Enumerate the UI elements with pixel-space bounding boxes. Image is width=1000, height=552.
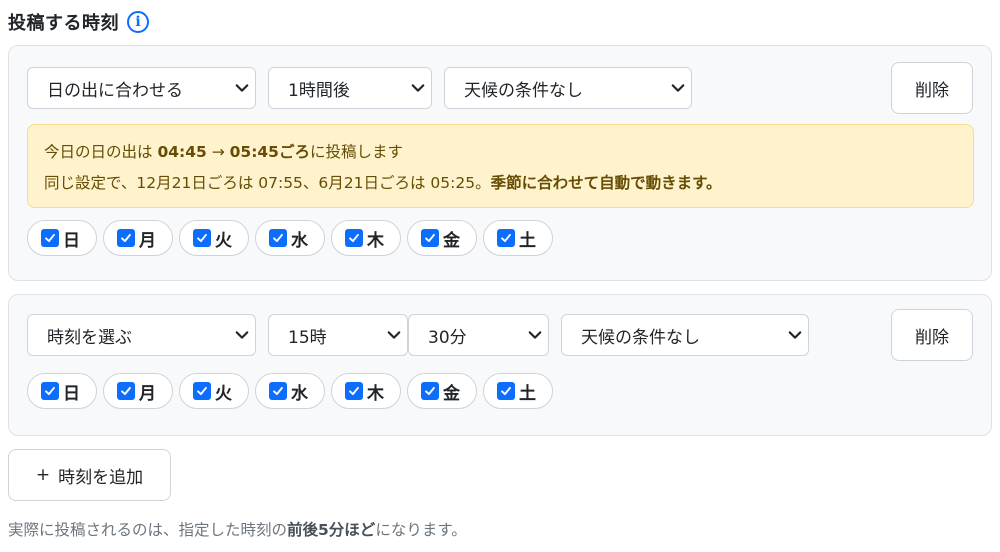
checkbox-checked-icon bbox=[117, 382, 135, 400]
day-checkbox-fri[interactable]: 金 bbox=[407, 373, 477, 409]
day-label: 土 bbox=[519, 230, 536, 251]
info-icon[interactable]: i bbox=[127, 11, 149, 33]
checkbox-checked-icon bbox=[421, 382, 439, 400]
add-time-label: 時刻を追加 bbox=[58, 467, 144, 488]
day-checkbox-tue[interactable]: 火 bbox=[179, 220, 249, 256]
footnote-prefix: 実際に投稿されるのは、指定した時刻の bbox=[8, 521, 288, 539]
day-label: 月 bbox=[139, 383, 156, 404]
weather-select[interactable]: 天候の条件なし bbox=[561, 314, 809, 356]
day-label: 月 bbox=[139, 230, 156, 251]
minute-select-value: 30分 bbox=[428, 327, 467, 348]
notice-line-2: 同じ設定で、12月21日ごろは 07:55、6月21日ごろは 05:25。季節に… bbox=[44, 171, 722, 193]
checkbox-checked-icon bbox=[497, 229, 515, 247]
sunrise-time: 04:45 bbox=[157, 143, 207, 161]
delete-button[interactable]: 削除 bbox=[891, 62, 973, 114]
day-checkbox-mon[interactable]: 月 bbox=[103, 373, 173, 409]
day-label: 火 bbox=[215, 383, 232, 404]
checkbox-checked-icon bbox=[269, 229, 287, 247]
weekday-checkboxes: 日 月 火 水 木 金 土 bbox=[27, 373, 559, 409]
footnote: 実際に投稿されるのは、指定した時刻の前後5分ほどになります。 bbox=[8, 518, 467, 540]
checkbox-checked-icon bbox=[41, 229, 59, 247]
hour-select-value: 15時 bbox=[288, 327, 327, 348]
chevron-down-icon bbox=[235, 84, 249, 92]
mode-select-value: 日の出に合わせる bbox=[47, 80, 183, 101]
mode-select-value: 時刻を選ぶ bbox=[47, 327, 132, 348]
footnote-suffix: になります。 bbox=[375, 521, 467, 539]
notice-prefix: 今日の日の出は bbox=[44, 143, 158, 161]
day-checkbox-sat[interactable]: 土 bbox=[483, 220, 553, 256]
checkbox-checked-icon bbox=[421, 229, 439, 247]
chevron-down-icon bbox=[387, 331, 401, 339]
notice-seasonal-text: 同じ設定で、12月21日ごろは 07:55、6月21日ごろは 05:25。 bbox=[44, 174, 491, 192]
day-checkbox-wed[interactable]: 水 bbox=[255, 373, 325, 409]
weekday-checkboxes: 日 月 火 水 木 金 土 bbox=[27, 220, 559, 256]
day-checkbox-fri[interactable]: 金 bbox=[407, 220, 477, 256]
sunrise-notice: 今日の日の出は 04:45 → 05:45ごろに投稿します 同じ設定で、12月2… bbox=[27, 124, 974, 208]
hour-select[interactable]: 15時 bbox=[268, 314, 408, 356]
checkbox-checked-icon bbox=[497, 382, 515, 400]
section-header: 投稿する時刻 i bbox=[8, 8, 149, 36]
chevron-down-icon bbox=[528, 331, 542, 339]
day-checkbox-mon[interactable]: 月 bbox=[103, 220, 173, 256]
arrow: → bbox=[206, 143, 230, 161]
plus-icon: + bbox=[35, 465, 51, 485]
day-label: 水 bbox=[291, 230, 308, 251]
day-label: 木 bbox=[367, 230, 384, 251]
day-label: 日 bbox=[63, 230, 80, 251]
footnote-bold: 前後5分ほど bbox=[287, 521, 376, 539]
checkbox-checked-icon bbox=[117, 229, 135, 247]
weather-select-value: 天候の条件なし bbox=[581, 327, 700, 348]
day-label: 金 bbox=[443, 383, 460, 404]
day-label: 木 bbox=[367, 383, 384, 404]
offset-select-value: 1時間後 bbox=[288, 80, 350, 101]
day-label: 土 bbox=[519, 383, 536, 404]
chevron-down-icon bbox=[671, 84, 685, 92]
day-label: 水 bbox=[291, 383, 308, 404]
chevron-down-icon bbox=[788, 331, 802, 339]
chevron-down-icon bbox=[411, 84, 425, 92]
section-title: 投稿する時刻 bbox=[8, 13, 119, 34]
delete-button[interactable]: 削除 bbox=[891, 309, 973, 361]
schedule-card-1: 日の出に合わせる 1時間後 天候の条件なし 削除 今日の日の出は 04:45 →… bbox=[8, 45, 992, 281]
checkbox-checked-icon bbox=[345, 382, 363, 400]
checkbox-checked-icon bbox=[193, 382, 211, 400]
weather-select-value: 天候の条件なし bbox=[464, 80, 583, 101]
weather-select[interactable]: 天候の条件なし bbox=[444, 67, 692, 109]
day-label: 火 bbox=[215, 230, 232, 251]
day-checkbox-thu[interactable]: 木 bbox=[331, 373, 401, 409]
notice-seasonal-bold: 季節に合わせて自動で動きます。 bbox=[490, 174, 722, 192]
post-time: 05:45ごろ bbox=[229, 143, 310, 161]
day-checkbox-wed[interactable]: 水 bbox=[255, 220, 325, 256]
day-checkbox-tue[interactable]: 火 bbox=[179, 373, 249, 409]
day-checkbox-sun[interactable]: 日 bbox=[27, 220, 97, 256]
minute-select[interactable]: 30分 bbox=[408, 314, 549, 356]
checkbox-checked-icon bbox=[269, 382, 287, 400]
day-checkbox-sat[interactable]: 土 bbox=[483, 373, 553, 409]
day-checkbox-sun[interactable]: 日 bbox=[27, 373, 97, 409]
day-label: 日 bbox=[63, 383, 80, 404]
schedule-card-2: 時刻を選ぶ 15時 30分 天候の条件なし 削除 日 月 火 水 木 金 土 bbox=[8, 294, 992, 436]
offset-select[interactable]: 1時間後 bbox=[268, 67, 432, 109]
day-label: 金 bbox=[443, 230, 460, 251]
mode-select[interactable]: 日の出に合わせる bbox=[27, 67, 256, 109]
checkbox-checked-icon bbox=[41, 382, 59, 400]
notice-suffix: に投稿します bbox=[309, 143, 403, 161]
notice-line-1: 今日の日の出は 04:45 → 05:45ごろに投稿します bbox=[44, 140, 403, 162]
add-time-button[interactable]: + 時刻を追加 bbox=[8, 449, 171, 501]
day-checkbox-thu[interactable]: 木 bbox=[331, 220, 401, 256]
chevron-down-icon bbox=[235, 331, 249, 339]
checkbox-checked-icon bbox=[193, 229, 211, 247]
mode-select[interactable]: 時刻を選ぶ bbox=[27, 314, 256, 356]
checkbox-checked-icon bbox=[345, 229, 363, 247]
